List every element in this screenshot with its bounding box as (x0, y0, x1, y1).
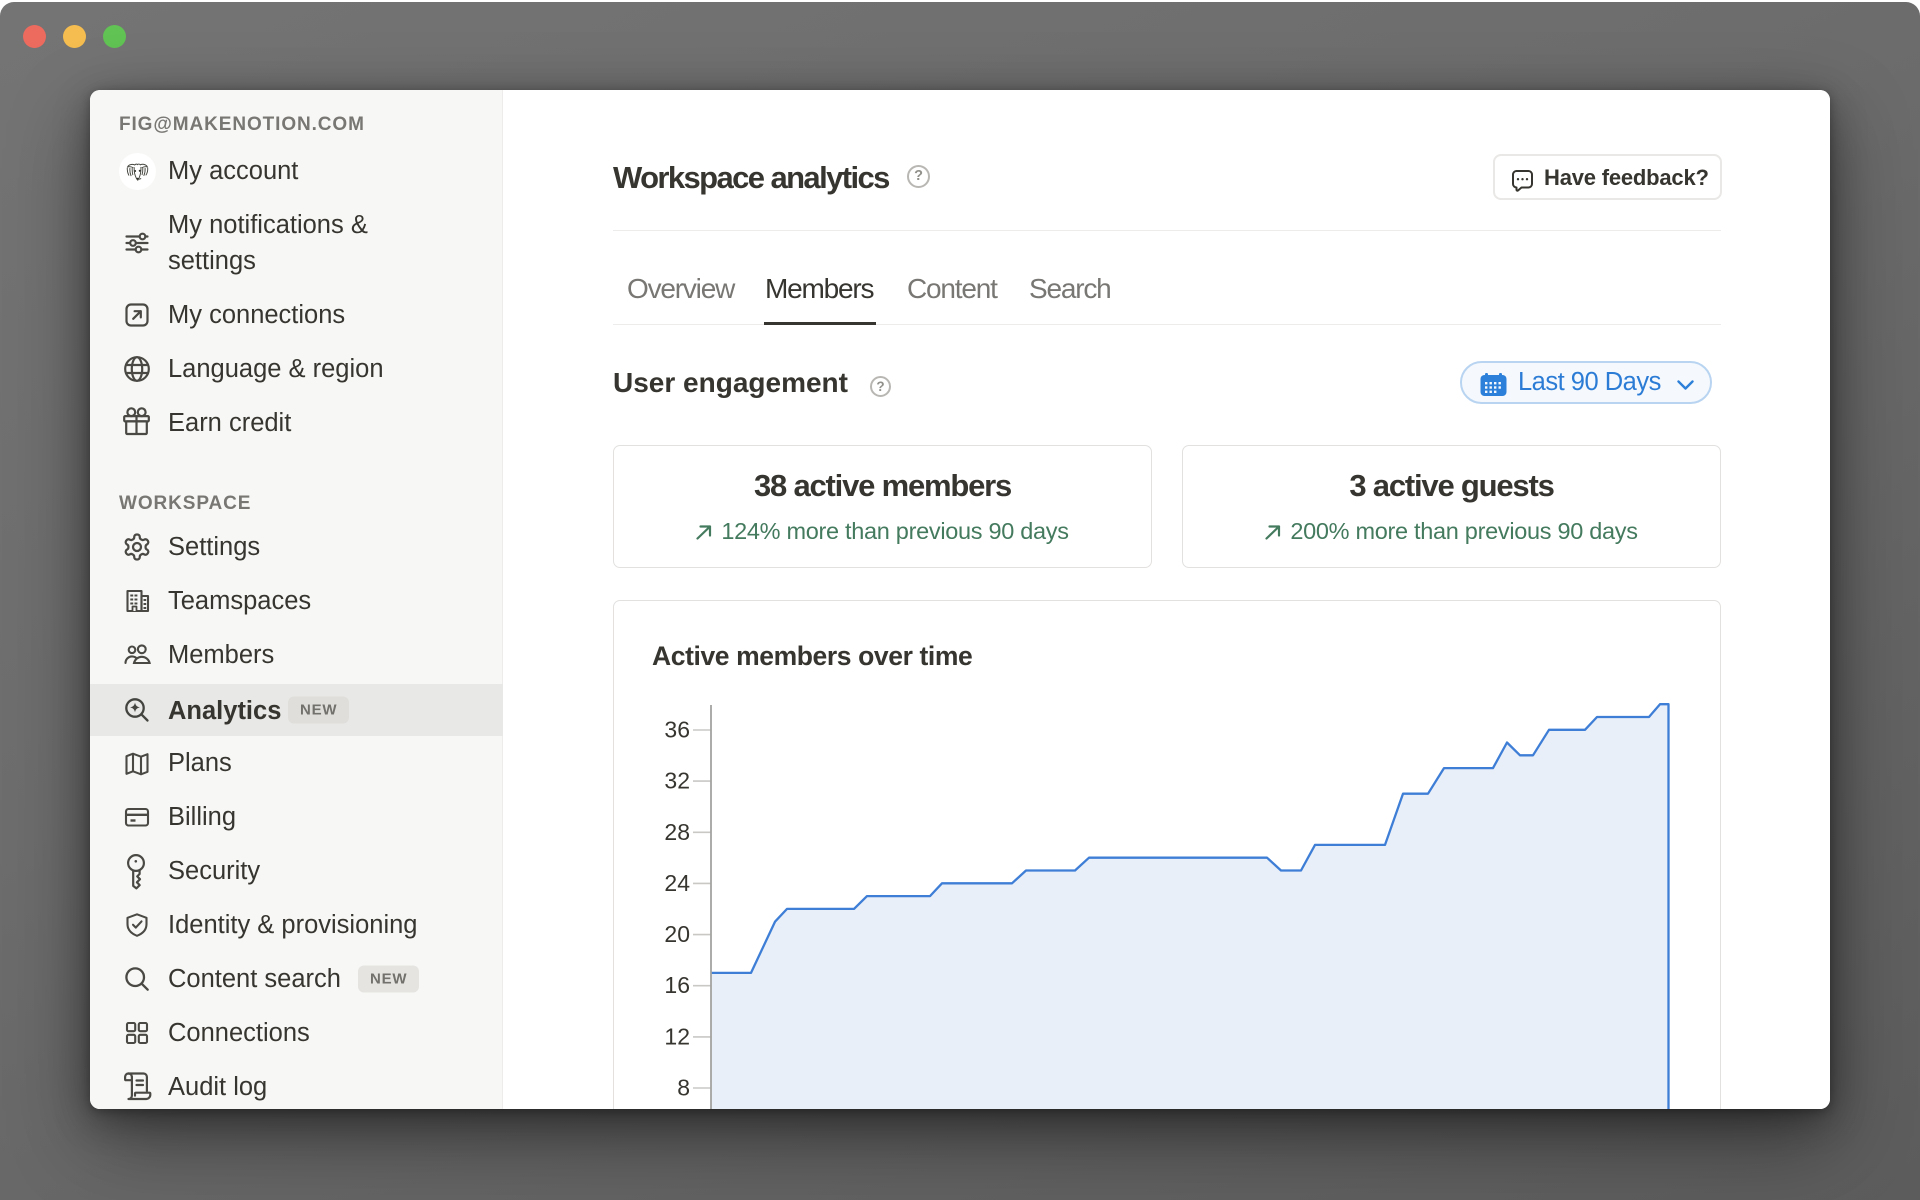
svg-text:16: 16 (664, 972, 690, 998)
svg-text:32: 32 (664, 768, 690, 794)
svg-text:8: 8 (677, 1075, 690, 1101)
svg-text:12: 12 (664, 1023, 690, 1049)
svg-text:28: 28 (664, 819, 690, 845)
svg-text:24: 24 (664, 870, 690, 896)
svg-text:20: 20 (664, 921, 690, 947)
svg-text:36: 36 (664, 717, 690, 743)
